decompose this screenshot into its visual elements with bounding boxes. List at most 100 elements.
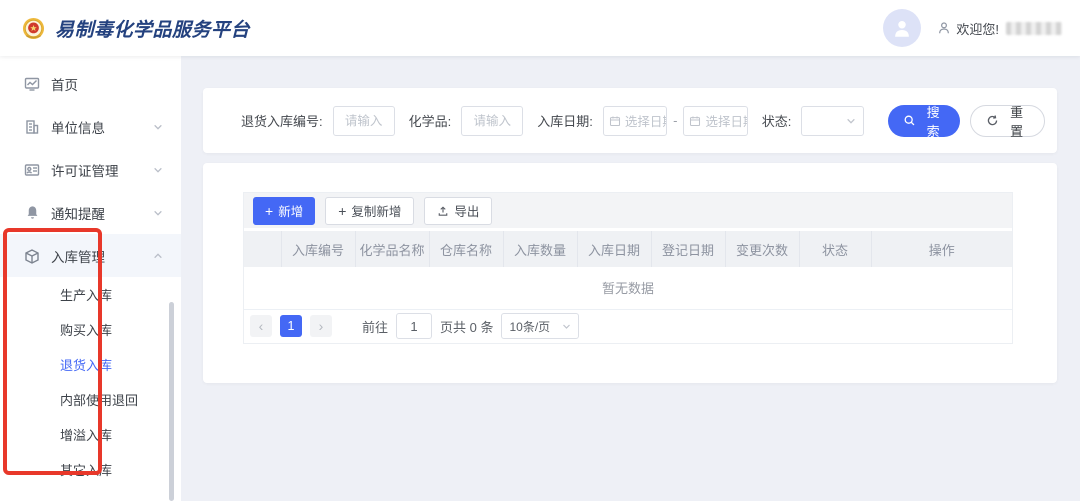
column-header: 仓库名称 [429, 231, 503, 267]
page-title: 易制毒化学品服务平台 [55, 15, 250, 42]
sidebar-item-label: 入库管理 [51, 246, 105, 266]
empty-state-text: 暂无数据 [244, 267, 1012, 309]
submenu-label: 购买入库 [60, 320, 112, 339]
pagination: ‹ 1 › 前往 页共 0 条 10条/页 [244, 310, 1012, 343]
search-button[interactable]: 搜索 [888, 105, 961, 137]
date-end-picker[interactable]: 选择日期 [683, 106, 747, 136]
date-separator: - [673, 113, 677, 128]
status-select[interactable] [801, 106, 863, 136]
column-header: 状态 [799, 231, 871, 267]
building-icon [24, 119, 40, 135]
chevron-down-icon [153, 122, 163, 132]
sidebar-item-inbound-mgmt[interactable]: 入库管理 [0, 234, 181, 277]
chevron-down-icon [153, 165, 163, 175]
return-no-label: 退货入库编号: [241, 111, 323, 130]
date-start-placeholder: 选择日期 [625, 111, 667, 130]
sidebar-item-unit-info[interactable]: 单位信息 [0, 105, 181, 148]
date-end-placeholder: 选择日期 [705, 111, 747, 130]
date-start-picker[interactable]: 选择日期 [603, 106, 667, 136]
welcome-label: 欢迎您! [956, 19, 999, 38]
welcome-text: 欢迎您! [937, 19, 999, 38]
export-button[interactable]: 导出 [424, 197, 492, 225]
inbound-table: 入库编号 化学品名称 仓库名称 入库数量 入库日期 登记日期 变更次数 状态 操… [244, 231, 1012, 310]
chevron-down-icon [153, 208, 163, 218]
sidebar-item-label: 首页 [51, 74, 78, 94]
submenu-label: 退货入库 [60, 355, 112, 374]
sidebar-subitem-surplus-inbound[interactable]: 增溢入库 [0, 417, 181, 452]
badge-logo-icon [22, 17, 45, 40]
user-cluster: 欢迎您! [883, 9, 1080, 47]
copy-add-button-label: 复制新增 [351, 201, 401, 220]
submenu-label: 生产入库 [60, 285, 112, 304]
app-header: 易制毒化学品服务平台 欢迎您! [0, 0, 1080, 56]
table-panel: + 新增 + 复制新增 导出 [243, 192, 1013, 344]
export-icon [437, 205, 449, 217]
inbound-icon [24, 248, 40, 264]
table-toolbar: + 新增 + 复制新增 导出 [244, 193, 1012, 228]
dashboard-icon [24, 76, 40, 92]
column-header: 入库编号 [281, 231, 355, 267]
calendar-icon [689, 115, 701, 127]
status-label: 状态: [762, 111, 792, 130]
search-button-label: 搜索 [921, 102, 946, 140]
main-content: 退货入库编号: 化学品: 入库日期: 选择日期 - [181, 56, 1080, 501]
sidebar-subitem-return-inbound[interactable]: 退货入库 [0, 347, 181, 382]
avatar[interactable] [883, 9, 921, 47]
sidebar-subitem-purchase-inbound[interactable]: 购买入库 [0, 312, 181, 347]
refresh-icon [986, 114, 999, 127]
sidebar-item-license-mgmt[interactable]: 许可证管理 [0, 148, 181, 191]
sidebar-subitem-internal-use-return[interactable]: 内部使用退回 [0, 382, 181, 417]
person-icon [937, 21, 951, 35]
reset-button[interactable]: 重置 [970, 105, 1045, 137]
filter-bar: 退货入库编号: 化学品: 入库日期: 选择日期 - [203, 88, 1057, 153]
sidebar-item-label: 单位信息 [51, 117, 105, 137]
sidebar-subitem-other-inbound[interactable]: 其它入库 [0, 452, 181, 487]
calendar-icon [609, 115, 621, 127]
bell-icon [24, 205, 40, 221]
chemical-input[interactable] [461, 106, 523, 136]
page-size-value: 10条/页 [509, 318, 550, 335]
reset-button-label: 重置 [1004, 102, 1029, 140]
column-header: 化学品名称 [355, 231, 429, 267]
column-header-expand [244, 231, 281, 267]
chemical-label: 化学品: [409, 111, 452, 130]
submenu-label: 内部使用退回 [60, 390, 138, 409]
table-header-row: 入库编号 化学品名称 仓库名称 入库数量 入库日期 登记日期 变更次数 状态 操… [244, 231, 1012, 267]
page-size-select[interactable]: 10条/页 [501, 313, 579, 339]
sidebar-item-home[interactable]: 首页 [0, 62, 181, 105]
sidebar-scrollbar[interactable] [169, 302, 174, 501]
copy-add-button[interactable]: + 复制新增 [325, 197, 414, 225]
sidebar-item-label: 许可证管理 [51, 160, 119, 180]
export-button-label: 导出 [454, 201, 479, 220]
goto-label: 前往 [362, 317, 388, 336]
search-icon [903, 114, 916, 127]
pagination-next-button[interactable]: › [310, 315, 332, 337]
add-button-label: 新增 [278, 201, 303, 220]
inbound-date-label: 入库日期: [537, 111, 593, 130]
chevron-down-icon [846, 116, 856, 126]
sidebar-item-label: 通知提醒 [51, 203, 105, 223]
pagination-prev-button[interactable]: ‹ [250, 315, 272, 337]
pagination-page-1[interactable]: 1 [280, 315, 302, 337]
sidebar-subitem-production-inbound[interactable]: 生产入库 [0, 277, 181, 312]
column-header: 入库数量 [503, 231, 577, 267]
sidebar-item-notifications[interactable]: 通知提醒 [0, 191, 181, 234]
plus-icon: + [338, 204, 346, 218]
chevron-down-icon [562, 322, 571, 331]
add-button[interactable]: + 新增 [253, 197, 315, 225]
goto-page-input[interactable] [396, 313, 432, 339]
column-header: 登记日期 [651, 231, 725, 267]
empty-row: 暂无数据 [244, 267, 1012, 309]
plus-icon: + [265, 204, 273, 218]
username-redacted [1006, 22, 1062, 35]
column-header: 入库日期 [577, 231, 651, 267]
submenu-label: 增溢入库 [60, 425, 112, 444]
license-icon [24, 162, 40, 178]
chevron-up-icon [153, 251, 163, 261]
column-header: 操作 [871, 231, 1012, 267]
total-count-label: 页共 0 条 [440, 317, 493, 336]
column-header: 变更次数 [725, 231, 799, 267]
return-inbound-no-input[interactable] [333, 106, 395, 136]
table-card: + 新增 + 复制新增 导出 [203, 163, 1057, 383]
sidebar: 首页 单位信息 许可证管理 [0, 56, 181, 501]
